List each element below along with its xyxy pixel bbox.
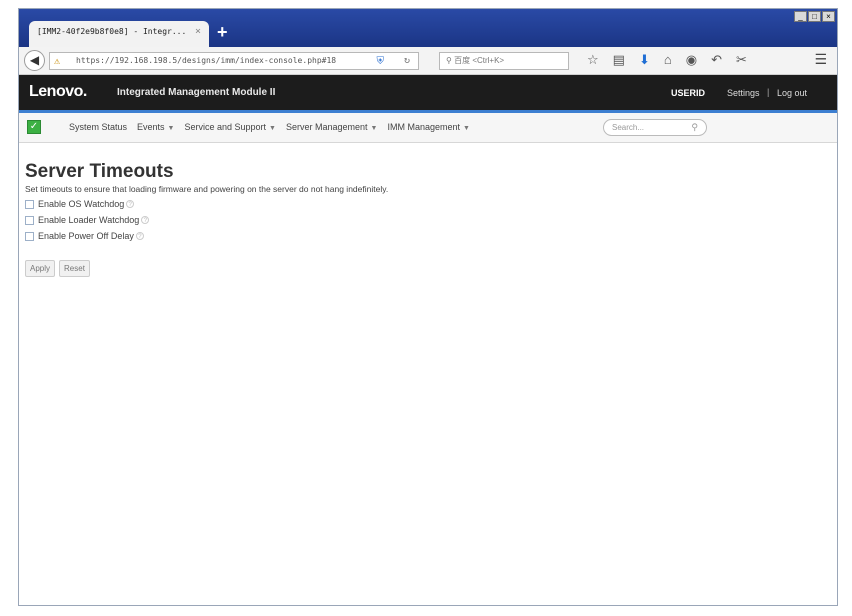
- action-buttons: Apply Reset: [25, 260, 388, 277]
- chat-icon[interactable]: ◉: [686, 52, 697, 68]
- screenshot-icon[interactable]: ✂: [736, 52, 747, 68]
- menu-search-placeholder: Search...: [612, 123, 645, 132]
- logout-link[interactable]: Log out: [777, 88, 807, 98]
- page-description: Set timeouts to ensure that loading firm…: [25, 184, 389, 194]
- toolbar-icons: ☆ ▤ ⬇ ⌂ ◉ ↶ ✂: [587, 52, 747, 68]
- lenovo-logo: Lenovo.: [29, 83, 87, 100]
- browser-tab[interactable]: [IMM2-40f2e9b8f0e8] - Integr... ×: [29, 21, 209, 47]
- menu-system-status[interactable]: System Status: [69, 122, 127, 132]
- hamburger-menu-icon[interactable]: ☰: [814, 51, 827, 68]
- chevron-down-icon: ▼: [269, 125, 276, 132]
- minimize-button[interactable]: _: [794, 11, 807, 22]
- user-name[interactable]: USERID: [671, 88, 705, 98]
- option-power-off-delay: Enable Power Off Delay ?: [25, 230, 388, 242]
- undo-icon[interactable]: ↶: [711, 52, 722, 68]
- search-icon[interactable]: ⚲: [691, 120, 698, 135]
- help-icon[interactable]: ?: [126, 200, 135, 208]
- window-controls: _ □ ×: [794, 11, 835, 22]
- browser-search-placeholder: 百度 <Ctrl+K>: [454, 56, 505, 65]
- tab-bar: [IMM2-40f2e9b8f0e8] - Integr... × + _ □ …: [19, 9, 837, 47]
- main-content: Server Timeouts Set timeouts to ensure t…: [25, 161, 388, 277]
- menu-events[interactable]: Events ▼: [137, 122, 174, 132]
- url-text: https://192.168.198.5/designs/imm/index-…: [76, 56, 337, 65]
- loader-watchdog-label: Enable Loader Watchdog: [38, 215, 140, 225]
- chevron-down-icon: ▼: [167, 125, 175, 132]
- reset-button[interactable]: Reset: [59, 260, 90, 277]
- bookmarks-list-icon[interactable]: ▤: [613, 52, 625, 68]
- bookmark-star-icon[interactable]: ☆: [587, 52, 599, 68]
- shield-icon[interactable]: ⛨: [377, 54, 385, 69]
- menu-server-management[interactable]: Server Management ▼: [286, 122, 377, 132]
- power-off-delay-label: Enable Power Off Delay: [38, 231, 134, 241]
- tab-close-icon[interactable]: ×: [195, 26, 201, 37]
- page-title: Server Timeouts: [25, 161, 174, 182]
- help-icon[interactable]: ?: [135, 232, 144, 240]
- new-tab-button[interactable]: +: [217, 23, 228, 41]
- chevron-down-icon: ▼: [463, 125, 470, 132]
- app-header: Lenovo. Integrated Management Module II …: [19, 75, 837, 113]
- settings-link[interactable]: Settings: [727, 88, 760, 98]
- os-watchdog-checkbox[interactable]: [25, 199, 34, 209]
- chevron-down-icon: ▼: [370, 125, 378, 132]
- search-icon: ⚲: [446, 56, 452, 65]
- product-name: Integrated Management Module II: [117, 87, 276, 98]
- help-icon[interactable]: ?: [141, 216, 150, 224]
- menu-service-and-support[interactable]: Service and Support ▼: [184, 122, 276, 132]
- home-icon[interactable]: ⌂: [664, 52, 672, 68]
- navigation-toolbar: ◀ ⚠ https://192.168.198.5/designs/imm/in…: [19, 47, 837, 75]
- download-icon[interactable]: ⬇: [639, 52, 650, 68]
- back-button[interactable]: ◀: [24, 50, 45, 71]
- browser-window: [IMM2-40f2e9b8f0e8] - Integr... × + _ □ …: [18, 8, 838, 606]
- address-bar[interactable]: ⚠ https://192.168.198.5/designs/imm/inde…: [49, 52, 419, 70]
- menu-imm-management[interactable]: IMM Management ▼: [387, 122, 469, 132]
- power-off-delay-checkbox[interactable]: [25, 231, 34, 241]
- tab-title: [IMM2-40f2e9b8f0e8] - Integr...: [37, 27, 187, 36]
- option-os-watchdog: Enable OS Watchdog ?: [25, 198, 388, 210]
- loader-watchdog-checkbox[interactable]: [25, 215, 34, 225]
- menu-items: System Status Events ▼ Service and Suppor…: [69, 122, 470, 132]
- maximize-button[interactable]: □: [808, 11, 821, 22]
- menu-search-input[interactable]: Search... ⚲: [603, 119, 707, 136]
- lock-icon: ⚠: [54, 56, 61, 67]
- header-separator: |: [767, 87, 770, 97]
- browser-search-input[interactable]: ⚲ 百度 <Ctrl+K>: [439, 52, 569, 70]
- main-menu: ✓ System Status Events ▼ Service and Supp…: [19, 113, 837, 143]
- apply-button[interactable]: Apply: [25, 260, 56, 277]
- system-status-check-icon[interactable]: ✓: [27, 120, 41, 134]
- close-window-button[interactable]: ×: [822, 11, 835, 22]
- reload-icon[interactable]: ↻: [404, 53, 410, 69]
- os-watchdog-label: Enable OS Watchdog: [38, 199, 125, 209]
- option-loader-watchdog: Enable Loader Watchdog ?: [25, 214, 388, 226]
